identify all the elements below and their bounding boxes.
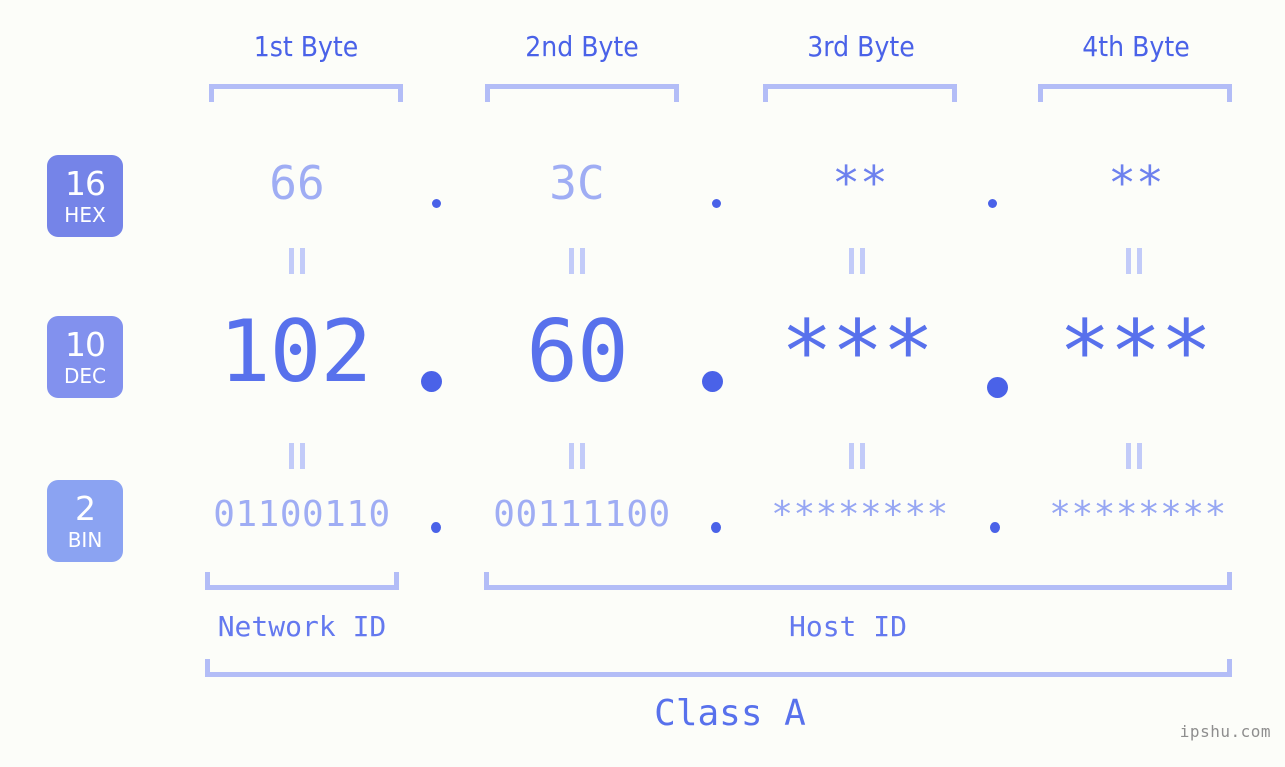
hex-dot-separator-3: [988, 199, 997, 208]
equals-mark-dec-bin-1: [288, 443, 306, 469]
dec-value-byte-2: 60: [526, 302, 629, 402]
dec-dot-separator-2: [702, 371, 723, 392]
class-bracket: [205, 659, 1232, 677]
equals-mark-dec-bin-4: [1125, 443, 1143, 469]
dec-value-byte-4: ***: [1058, 302, 1212, 402]
bin-value-byte-4: ********: [1049, 494, 1227, 535]
bin-value-byte-1: 01100110: [213, 494, 391, 535]
ip-byte-breakdown-diagram: 1st Byte 2nd Byte 3rd Byte 4th Byte 16 H…: [0, 0, 1285, 767]
hex-dot-separator-1: [432, 199, 441, 208]
byte-bracket-top-4: [1038, 84, 1232, 102]
equals-mark-hex-dec-4: [1125, 248, 1143, 274]
class-label: Class A: [654, 693, 806, 734]
radix-badge-dec-number: 10: [65, 325, 106, 364]
byte-header-4: 4th Byte: [1082, 30, 1190, 63]
dec-value-byte-3: ***: [780, 302, 934, 402]
byte-header-3: 3rd Byte: [807, 30, 915, 63]
hex-value-byte-1: 66: [269, 156, 325, 210]
bin-dot-separator-3: [990, 522, 1000, 533]
radix-badge-dec: 10 DEC: [47, 316, 123, 398]
radix-badge-bin-number: 2: [75, 489, 96, 528]
radix-badge-hex-system: HEX: [64, 203, 106, 227]
host-id-label: Host ID: [788, 610, 907, 643]
byte-header-1: 1st Byte: [253, 30, 359, 63]
bin-dot-separator-1: [431, 522, 441, 533]
radix-badge-dec-system: DEC: [63, 364, 106, 388]
radix-badge-hex: 16 HEX: [47, 155, 123, 237]
equals-mark-hex-dec-2: [568, 248, 586, 274]
byte-bracket-top-1: [209, 84, 403, 102]
hex-dot-separator-2: [712, 199, 721, 208]
equals-mark-hex-dec-1: [288, 248, 306, 274]
equals-mark-dec-bin-2: [568, 443, 586, 469]
hex-value-byte-4: **: [1108, 156, 1164, 210]
site-watermark: ipshu.com: [1179, 722, 1271, 741]
byte-header-2: 2nd Byte: [525, 30, 639, 63]
equals-mark-hex-dec-3: [848, 248, 866, 274]
byte-bracket-top-3: [763, 84, 957, 102]
dec-value-byte-1: 102: [218, 302, 372, 402]
network-id-bracket: [205, 572, 399, 590]
bin-dot-separator-2: [711, 522, 721, 533]
bin-value-byte-3: ********: [771, 494, 949, 535]
equals-mark-dec-bin-3: [848, 443, 866, 469]
bin-value-byte-2: 00111100: [493, 494, 671, 535]
radix-badge-bin: 2 BIN: [47, 480, 123, 562]
radix-badge-hex-number: 16: [65, 164, 106, 203]
hex-value-byte-2: 3C: [549, 156, 605, 210]
radix-badge-bin-system: BIN: [67, 528, 103, 552]
host-id-bracket: [484, 572, 1232, 590]
dec-dot-separator-1: [421, 371, 442, 392]
byte-bracket-top-2: [485, 84, 679, 102]
network-id-label: Network ID: [217, 610, 387, 643]
hex-value-byte-3: **: [832, 156, 888, 210]
